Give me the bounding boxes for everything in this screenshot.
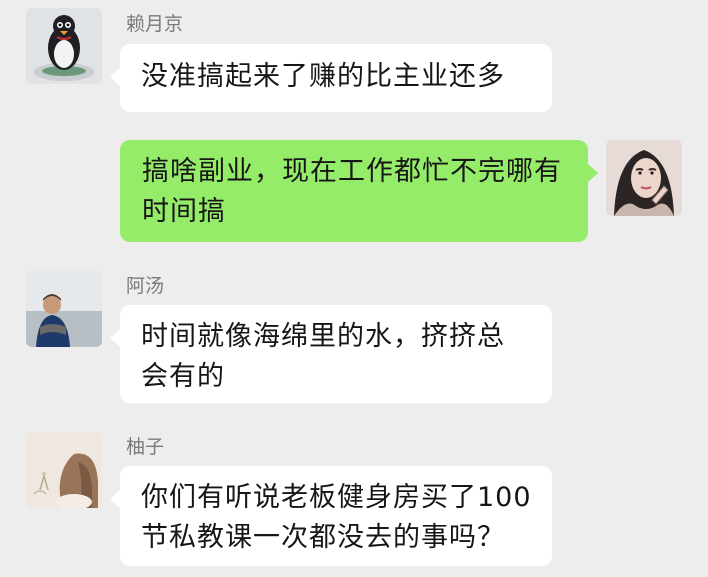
message-text: 你们有听说老板健身房买了100节私教课一次都没去的事吗？ [141, 482, 532, 553]
message-bubble-outgoing[interactable]: 搞啥副业，现在工作都忙不完哪有时间搞 [120, 140, 598, 242]
message-text: 时间就像海绵里的水，挤挤总会有的 [141, 321, 505, 392]
sender-name: 阿汤 [126, 275, 165, 297]
sender-name: 赖月京 [126, 13, 184, 35]
person-by-sea-avatar-icon[interactable] [26, 271, 102, 347]
message-bubble[interactable]: 你们有听说老板健身房买了100节私教课一次都没去的事吗？ [110, 466, 552, 566]
woman-back-avatar-icon[interactable] [26, 432, 102, 508]
woman-portrait-avatar-icon[interactable] [606, 140, 682, 216]
message-bubble[interactable]: 没准搞起来了赚的比主业还多 [110, 44, 552, 112]
penguin-avatar-icon[interactable] [26, 8, 102, 84]
message-text: 没准搞起来了赚的比主业还多 [141, 61, 505, 92]
message-text: 搞啥副业，现在工作都忙不完哪有时间搞 [142, 156, 562, 227]
message-bubble[interactable]: 时间就像海绵里的水，挤挤总会有的 [110, 305, 552, 403]
sender-name: 柚子 [126, 436, 165, 458]
chat-message-list[interactable]: 赖月京 没准搞起来了赚的比主业还多 搞啥副业，现在工作都忙不完哪有时间搞 阿汤 … [0, 0, 708, 577]
